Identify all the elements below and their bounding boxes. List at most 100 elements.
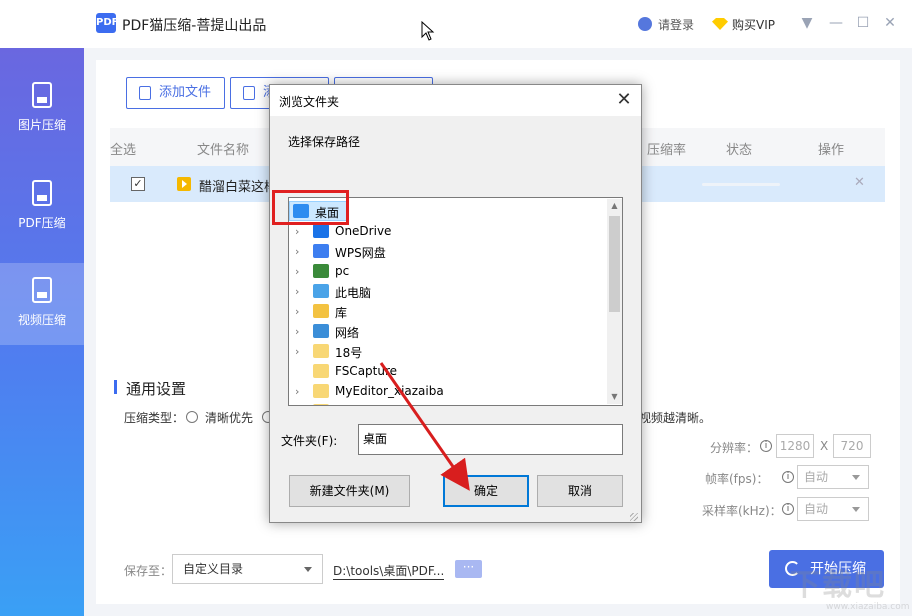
folder-label: 文件夹(F): [281,434,338,448]
tree-node-label: 网络 [335,326,360,340]
expand-chevron-icon[interactable]: › [295,305,305,318]
expand-chevron-icon[interactable]: › [295,385,305,398]
sidebar-item-label: PDF压缩 [18,216,66,230]
watermark-logo: 下载吧 www.xiazaiba.com [790,560,910,614]
tree-node-label: 18号 [335,346,363,360]
new-folder-button[interactable]: 新建文件夹(M) [289,475,410,507]
network-icon [313,324,329,338]
select-all-header[interactable]: 全选 [110,139,136,158]
section-title: 通用设置 [126,380,187,398]
expand-chevron-icon[interactable]: › [295,405,305,406]
tree-node[interactable]: › 18号 [295,342,595,362]
user-icon [638,17,652,31]
remove-row-icon[interactable]: ✕ [854,175,865,190]
chevron-down-icon [852,507,860,512]
sidebar-item-label: 视频压缩 [17,313,66,327]
info-icon[interactable]: i [782,503,794,515]
tree-node-label: 此电脑 [335,286,372,300]
compress-type-label: 压缩类型： [124,411,185,425]
folder-icon [313,384,329,398]
chevron-down-icon [852,475,860,480]
dialog-close-icon[interactable]: ✕ [614,89,634,110]
sidebar-item-pdf-compress[interactable]: PDF压缩 [0,166,84,248]
folder-icon [313,344,329,358]
ratio-header: 压缩率 [647,143,687,158]
ok-button[interactable]: 确定 [443,475,529,507]
resolution-width-input[interactable]: 1280 [776,434,814,458]
info-icon[interactable]: i [782,471,794,483]
action-header: 操作 [818,143,845,158]
save-path-link[interactable]: D:\tools\桌面\PDF... [333,562,445,580]
scroll-up-icon[interactable]: ▲ [607,201,622,210]
tree-node[interactable]: › WPS网盘 [295,242,595,262]
expand-chevron-icon[interactable]: › [295,265,305,278]
tree-node-label: OneDrive [335,224,392,238]
sample-rate-value: 自动 [804,502,829,516]
cloud-icon [313,224,329,238]
radio-clear-priority[interactable] [186,411,198,423]
sample-rate-select[interactable]: 自动 [797,497,869,521]
scroll-thumb[interactable] [609,216,620,312]
menu-dropdown-icon[interactable]: ▼ [800,15,814,31]
scroll-down-icon[interactable]: ▼ [607,392,622,401]
info-icon[interactable]: i [760,440,772,452]
buy-vip-link[interactable]: 购买VIP [712,16,775,33]
library-icon [313,304,329,318]
sidebar-item-video-compress[interactable]: 视频压缩 [0,263,84,345]
tree-node[interactable]: › pc [295,262,595,282]
row-checkbox[interactable]: ✓ [131,177,145,191]
expand-chevron-icon[interactable]: › [295,225,305,238]
tree-node-label: WPS网盘 [335,246,386,260]
annotation-highlight-box [272,190,349,225]
tree-node[interactable]: › 网络 [295,322,595,342]
tree-node-label: FSCapture [335,364,398,378]
expand-chevron-icon[interactable]: › [295,325,305,338]
save-mode-select[interactable]: 自定义目录 [172,554,323,584]
status-header: 状态 [726,143,753,158]
chevron-down-icon [304,567,312,572]
tree-node[interactable]: › 此电脑 [295,282,595,302]
minimize-button[interactable]: — [829,15,843,31]
expand-chevron-icon[interactable]: › [295,285,305,298]
add-file-button[interactable]: 添加文件 [126,77,225,109]
folder-icon [313,404,329,405]
tree-node[interactable]: › OneDrive [295,222,595,242]
fps-select[interactable]: 自动 [797,465,869,489]
radio-clear-priority-label[interactable]: 清晰优先 [205,409,253,426]
maximize-button[interactable]: ☐ [856,15,870,31]
folder-tree[interactable]: 桌面 › OneDrive › WPS网盘 › pc › 此电脑 › 库 › 网络 › 18号 FSCaptu… [288,197,623,406]
expand-chevron-icon[interactable]: › [295,245,305,258]
add-file-icon [139,86,151,100]
video-file-icon [177,177,191,191]
user-icon [313,264,329,278]
quality-hint: 视频越清晰。 [639,411,712,425]
resolution-height-input[interactable]: 720 [833,434,871,458]
resize-grip-icon[interactable] [630,513,638,521]
tree-node[interactable]: › 图片 [295,402,595,406]
sidebar-item-label: 图片压缩 [17,118,66,132]
folder-input[interactable]: 桌面 [358,424,623,455]
file-name-header: 文件名称 [197,143,250,158]
sample-rate-label: 采样率(kHz)： [702,504,782,518]
fps-label: 帧率(fps)： [705,472,769,486]
tree-node[interactable]: › 库 [295,302,595,322]
folder-icon [313,364,329,378]
resolution-label: 分辨率： [710,441,759,455]
resolution-x-label: X [820,439,829,453]
login-link[interactable]: 请登录 [638,16,694,33]
browse-folder-dialog: 浏览文件夹 ✕ 选择保存路径 桌面 › OneDrive › WPS网盘 › pc › 此电脑 ›… [269,84,642,523]
login-label: 请登录 [658,18,695,32]
watermark-text: 下载吧 [790,568,886,603]
dialog-description: 选择保存路径 [288,135,361,149]
close-window-button[interactable]: ✕ [883,15,897,31]
fps-value: 自动 [804,470,829,484]
browse-button[interactable]: ··· [455,560,482,578]
pdf-compress-icon [32,180,52,206]
add-file-label: 添加文件 [159,85,212,100]
tree-node[interactable]: FSCapture [295,362,595,382]
tree-node[interactable]: › MyEditor_xiazaiba [295,382,595,402]
sidebar-item-image-compress[interactable]: 图片压缩 [0,68,84,150]
expand-chevron-icon[interactable]: › [295,345,305,358]
tree-scrollbar[interactable]: ▲ ▼ [607,199,622,404]
cancel-button[interactable]: 取消 [537,475,623,507]
